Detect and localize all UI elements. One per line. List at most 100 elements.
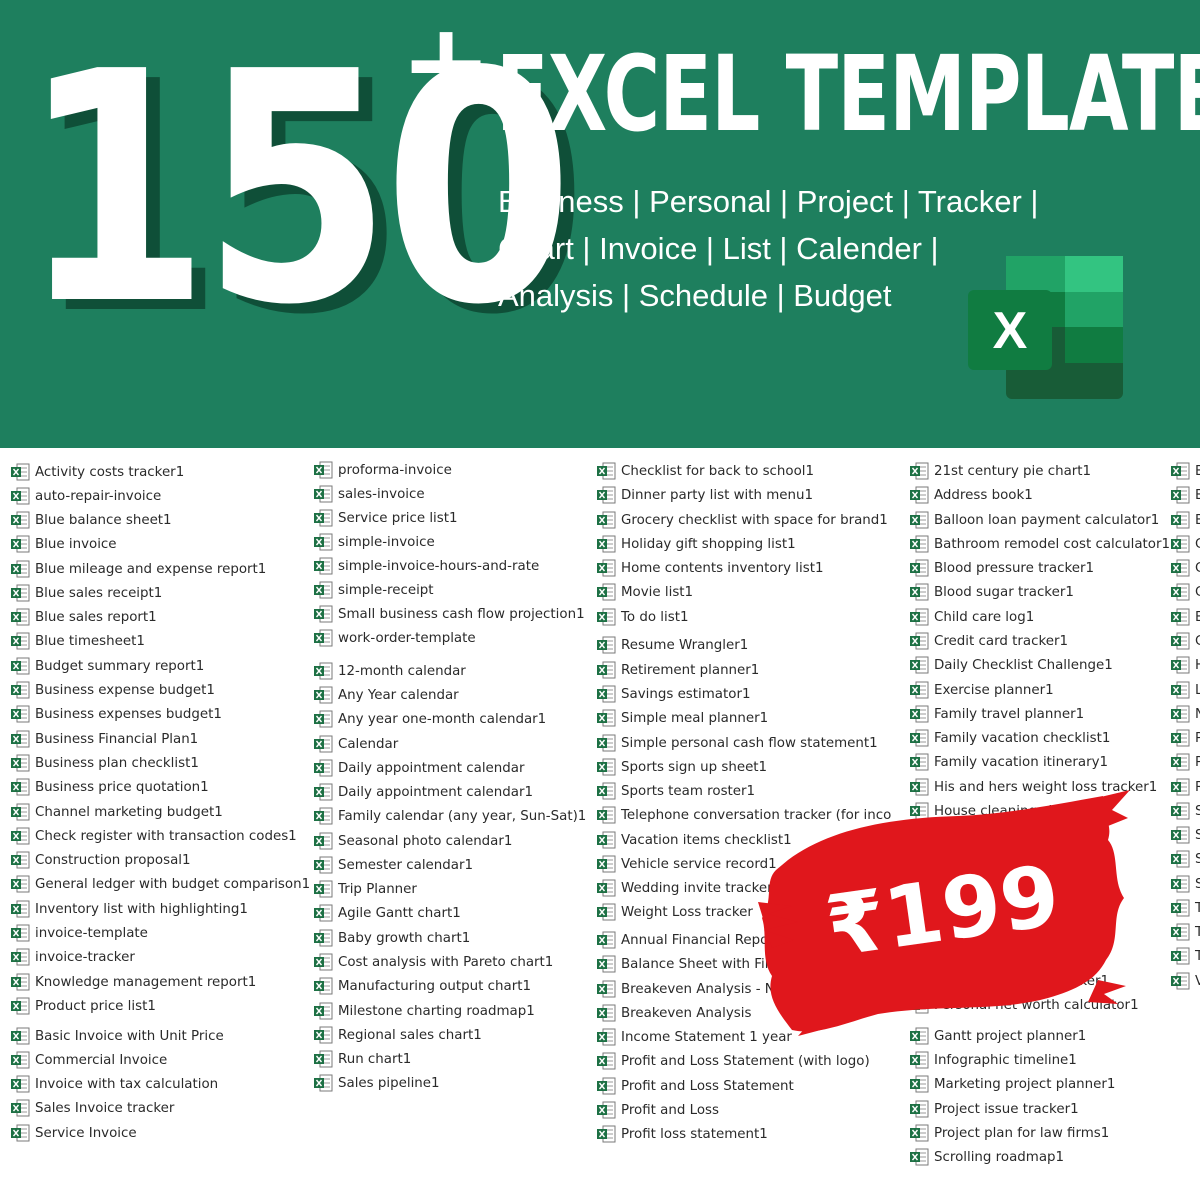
file-list-item[interactable]: simple-invoice-hours-and-rate (313, 555, 539, 577)
file-list-item[interactable]: T (1170, 921, 1200, 943)
file-list-item[interactable]: Small business cash flow projection1 (313, 603, 585, 625)
file-list-item[interactable]: Profit and Loss (596, 1099, 719, 1121)
file-list-item[interactable]: proforma-invoice (313, 459, 452, 481)
file-list-item[interactable]: auto-repair-invoice (10, 485, 161, 507)
file-list-item[interactable]: Family travel planner1 (909, 703, 1084, 725)
file-list-item[interactable]: Business expenses budget1 (10, 703, 222, 725)
file-list-item[interactable]: To do list1 (596, 606, 689, 628)
file-list-item[interactable]: S (1170, 800, 1200, 822)
file-list-item[interactable]: Weight Loss tracker (596, 901, 753, 923)
file-list-item[interactable]: C (1170, 581, 1200, 603)
file-list-item[interactable]: Blue balance sheet1 (10, 509, 172, 531)
file-list-item[interactable]: B (1170, 484, 1200, 506)
file-list-item[interactable]: Any year one-month calendar1 (313, 708, 546, 730)
file-list-item[interactable]: invoice-template (10, 922, 148, 944)
file-list-item[interactable]: Basic Invoice with Unit Price (10, 1025, 224, 1047)
file-list-item[interactable]: Vehicle service record1 (596, 853, 777, 875)
file-list-item[interactable]: Resume Wrangler1 (596, 634, 748, 656)
file-list-item[interactable]: Project plan for law firms1 (909, 1122, 1109, 1144)
file-list-item[interactable]: Scrolling roadmap1 (909, 1146, 1064, 1168)
file-list-item[interactable]: Regional sales chart1 (313, 1024, 482, 1046)
file-list-item[interactable]: S (1170, 873, 1200, 895)
file-list-item[interactable]: Check register with transaction codes1 (10, 825, 297, 847)
file-list-item[interactable]: T (1170, 897, 1200, 919)
file-list-item[interactable]: Construction proposal1 (10, 849, 191, 871)
file-list-item[interactable]: Profit and Loss Statement (596, 1075, 794, 1097)
file-list-item[interactable]: Semester calendar1 (313, 854, 473, 876)
file-list-item[interactable]: T (1170, 945, 1200, 967)
file-list-item[interactable]: P (1170, 751, 1200, 773)
file-list-item[interactable]: Profit loss statement1 (596, 1123, 768, 1145)
file-list-item[interactable]: Blue mileage and expense report1 (10, 558, 266, 580)
file-list-item[interactable]: Agile Gantt chart1 (313, 902, 461, 924)
file-list-item[interactable]: Home contents inventory list1 (596, 557, 823, 579)
file-list-item[interactable]: Marketing project planner1 (909, 1073, 1115, 1095)
file-list-item[interactable]: Bathroom remodel cost calculator1 (909, 533, 1170, 555)
file-list-item[interactable]: Project issue tracker1 (909, 1098, 1079, 1120)
file-list-item[interactable]: Inventory list with highlighting1 (10, 898, 248, 920)
file-list-item[interactable]: invoice-tracker (10, 946, 135, 968)
file-list-item[interactable]: Run chart1 (313, 1048, 411, 1070)
file-list-item[interactable]: Trip Planner (313, 878, 417, 900)
file-list-item[interactable]: S (1170, 848, 1200, 870)
file-list-item[interactable]: Movie list1 (596, 581, 693, 603)
file-list-item[interactable]: Annual Financial Report (596, 929, 779, 951)
file-list-item[interactable]: R (1170, 776, 1200, 798)
file-list-item[interactable]: Wedding invite tracker1 (596, 877, 781, 899)
file-list-item[interactable]: Manufacturing output chart1 (313, 975, 531, 997)
file-list-item[interactable]: Daily appointment calendar (313, 757, 525, 779)
file-list-item[interactable]: Family vacation checklist1 (909, 727, 1110, 749)
file-list-item[interactable]: 12-month calendar (313, 660, 466, 682)
file-list-item[interactable]: Knowledge management report1 (10, 971, 256, 993)
file-list-item[interactable]: Exercise planner1 (909, 679, 1054, 701)
file-list-item[interactable]: Sales Invoice tracker (10, 1097, 174, 1119)
file-list-item[interactable]: Sports team roster1 (596, 780, 755, 802)
file-list-item[interactable]: Grocery checklist with space for brand1 (596, 509, 888, 531)
file-list-item[interactable]: Sales pipeline1 (313, 1072, 440, 1094)
file-list-item[interactable]: V (1170, 970, 1200, 992)
file-list-item[interactable]: Family vacation itinerary1 (909, 751, 1108, 773)
file-list-item[interactable]: Simple personal cash flow statement1 (596, 732, 878, 754)
file-list-item[interactable]: B (1170, 509, 1200, 531)
file-list-item[interactable]: Simple meal planner1 (596, 707, 768, 729)
file-list-item[interactable]: Family calendar (any year, Sun-Sat)1 (313, 805, 586, 827)
file-list-item[interactable]: sales-invoice (313, 483, 425, 505)
file-list-item[interactable]: Infographic timeline1 (909, 1049, 1077, 1071)
file-list-item[interactable]: work-order-template (313, 627, 476, 649)
file-list-item[interactable]: Blue timesheet1 (10, 630, 145, 652)
file-list-item[interactable]: Product price list1 (10, 995, 156, 1017)
file-list-item[interactable]: Business expense budget1 (10, 679, 215, 701)
file-list-item[interactable]: Blood sugar tracker1 (909, 581, 1074, 603)
file-list-item[interactable]: Child care log1 (909, 606, 1034, 628)
file-list-item[interactable]: N (1170, 703, 1200, 725)
file-list-item[interactable]: Baby growth chart1 (313, 927, 470, 949)
file-list-item[interactable]: Balloon loan payment calculator1 (909, 509, 1159, 531)
file-list-item[interactable]: Blue sales report1 (10, 606, 157, 628)
file-list-item[interactable]: Blue sales receipt1 (10, 582, 162, 604)
file-list-item[interactable]: Activity costs tracker1 (10, 461, 184, 483)
file-list-item[interactable]: S (1170, 824, 1200, 846)
file-list-item[interactable]: Business Financial Plan1 (10, 728, 198, 750)
file-list-item[interactable]: Balance Sheet with Fina (596, 953, 781, 975)
file-list-item[interactable]: Sports sign up sheet1 (596, 756, 767, 778)
file-list-item[interactable]: Profit and Loss Statement (with logo) (596, 1050, 870, 1072)
file-list-item[interactable]: Checklist for back to school1 (596, 460, 814, 482)
file-list-item[interactable]: Milestone charting roadmap1 (313, 1000, 535, 1022)
file-list-item[interactable]: Service Invoice (10, 1122, 137, 1144)
file-list-item[interactable]: B (1170, 460, 1200, 482)
file-list-item[interactable]: G (1170, 630, 1200, 652)
file-list-item[interactable]: Business plan checklist1 (10, 752, 199, 774)
file-list-item[interactable]: E (1170, 606, 1200, 628)
file-list-item[interactable]: Daily appointment calendar1 (313, 781, 533, 803)
file-list-item[interactable]: Cost analysis with Pareto chart1 (313, 951, 553, 973)
file-list-item[interactable]: Blood pressure tracker1 (909, 557, 1094, 579)
file-list-item[interactable]: Holiday gift shopping list1 (596, 533, 796, 555)
file-list-item[interactable]: Any Year calendar (313, 684, 459, 706)
file-list-item[interactable]: L (1170, 679, 1200, 701)
file-list-item[interactable]: Credit card tracker1 (909, 630, 1068, 652)
file-list-item[interactable]: Daily Checklist Challenge1 (909, 654, 1113, 676)
file-list-item[interactable]: Business price quotation1 (10, 776, 209, 798)
file-list-item[interactable]: P (1170, 727, 1200, 749)
file-list-item[interactable]: Address book1 (909, 484, 1033, 506)
file-list-item[interactable]: Budget summary report1 (10, 655, 204, 677)
